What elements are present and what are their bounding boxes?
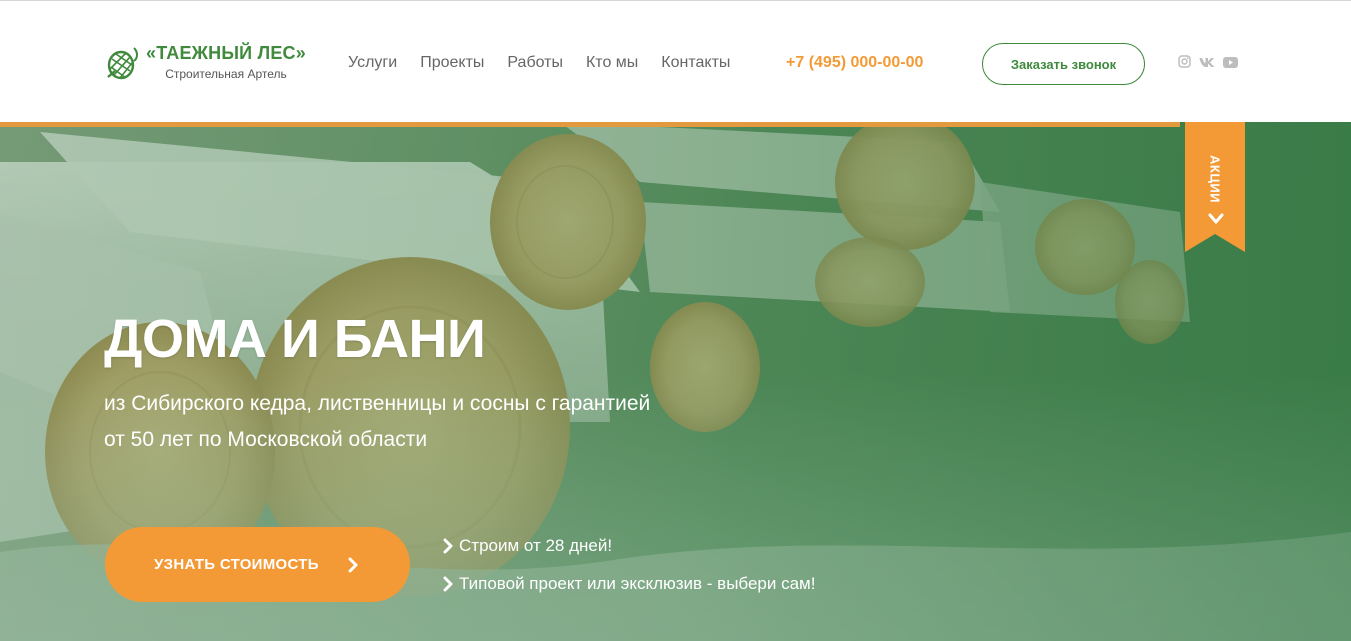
feature-text: Строим от 28 дней! bbox=[459, 536, 613, 555]
chevron-down-icon bbox=[1208, 213, 1224, 224]
promo-label[interactable]: АКЦИИ bbox=[1204, 144, 1226, 214]
nav-item-about[interactable]: Кто мы bbox=[586, 54, 638, 72]
chevron-right-icon bbox=[348, 557, 358, 573]
header-accent-line bbox=[0, 122, 1180, 127]
hero-subtitle: из Сибирского кедра, лиственницы и сосны… bbox=[104, 386, 724, 458]
callback-button[interactable]: Заказать звонок bbox=[982, 43, 1145, 85]
get-price-button[interactable]: УЗНАТЬ СТОИМОСТЬ bbox=[105, 527, 410, 602]
instagram-icon[interactable] bbox=[1178, 55, 1191, 73]
social-links bbox=[1178, 55, 1246, 73]
feature-text: Типовой проект или эксклюзив - выбери са… bbox=[459, 574, 816, 593]
logo[interactable]: «ТАЕЖНЫЙ ЛЕС» Строительная Артель bbox=[104, 43, 306, 81]
youtube-icon[interactable] bbox=[1223, 55, 1238, 73]
nav-item-projects[interactable]: Проекты bbox=[420, 54, 484, 72]
nav-item-services[interactable]: Услуги bbox=[348, 54, 397, 72]
hero-subtitle-line-1: из Сибирского кедра, лиственницы и сосны… bbox=[104, 392, 651, 415]
nav-item-contacts[interactable]: Контакты bbox=[661, 54, 730, 72]
cone-logo-icon bbox=[107, 47, 138, 80]
main-nav: Услуги Проекты Работы Кто мы Контакты bbox=[348, 54, 753, 72]
site-header: «ТАЕЖНЫЙ ЛЕС» Строительная Артель Услуги… bbox=[0, 0, 1351, 122]
logo-subtitle: Строительная Артель bbox=[165, 67, 287, 81]
feature-item: Типовой проект или эксклюзив - выбери са… bbox=[443, 574, 815, 594]
chevron-right-icon bbox=[443, 538, 453, 554]
hero-section: АКЦИИ ДОМА И БАНИ из Сибирского кедра, л… bbox=[0, 122, 1351, 641]
hero-subtitle-line-2: от 50 лет по Московской области bbox=[104, 428, 428, 451]
get-price-button-label: УЗНАТЬ СТОИМОСТЬ bbox=[154, 556, 319, 573]
hero-title: ДОМА И БАНИ bbox=[104, 309, 486, 369]
nav-item-works[interactable]: Работы bbox=[507, 54, 563, 72]
vk-icon[interactable] bbox=[1199, 55, 1215, 73]
feature-item: Строим от 28 дней! bbox=[443, 536, 612, 556]
phone-number[interactable]: +7 (495) 000-00-00 bbox=[786, 54, 923, 72]
logo-title: «ТАЕЖНЫЙ ЛЕС» bbox=[146, 43, 306, 63]
chevron-right-icon bbox=[443, 576, 453, 592]
